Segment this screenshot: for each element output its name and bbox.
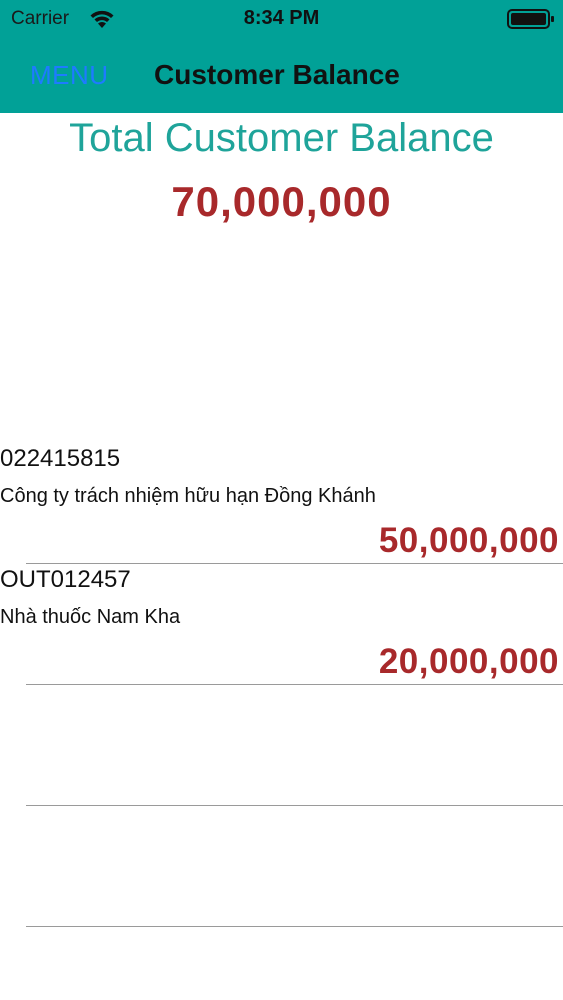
customer-balance: 20,000,000 (378, 642, 559, 681)
status-bar: Carrier 8:34 PM (0, 0, 563, 40)
battery-icon (507, 9, 554, 29)
customer-list: 022415815 Công ty trách nhiệm hữu hạn Đồ… (0, 443, 563, 927)
customer-row[interactable] (26, 685, 563, 806)
page-title: Customer Balance (154, 59, 400, 90)
customer-row[interactable] (26, 806, 563, 927)
navigation-bar: MENU Customer Balance (0, 40, 563, 113)
menu-button[interactable]: MENU (30, 60, 109, 91)
customer-balance: 50,000,000 (378, 521, 559, 560)
summary-title: Total Customer Balance (69, 116, 494, 160)
customer-name: Công ty trách nhiệm hữu hạn Đồng Khánh (0, 485, 376, 507)
customer-code: 022415815 (0, 445, 121, 472)
customer-row[interactable]: OUT012457 Nhà thuốc Nam Kha 20,000,000 (0, 564, 563, 685)
total-balance-amount: 70,000,000 (171, 178, 392, 225)
status-time: 8:34 PM (243, 7, 320, 29)
top-bar: Carrier 8:34 PM MENU Customer Balance (0, 0, 563, 113)
customer-name: Nhà thuốc Nam Kha (0, 606, 181, 628)
customer-code: OUT012457 (0, 566, 131, 593)
customer-row[interactable]: 022415815 Công ty trách nhiệm hữu hạn Đồ… (0, 443, 563, 564)
